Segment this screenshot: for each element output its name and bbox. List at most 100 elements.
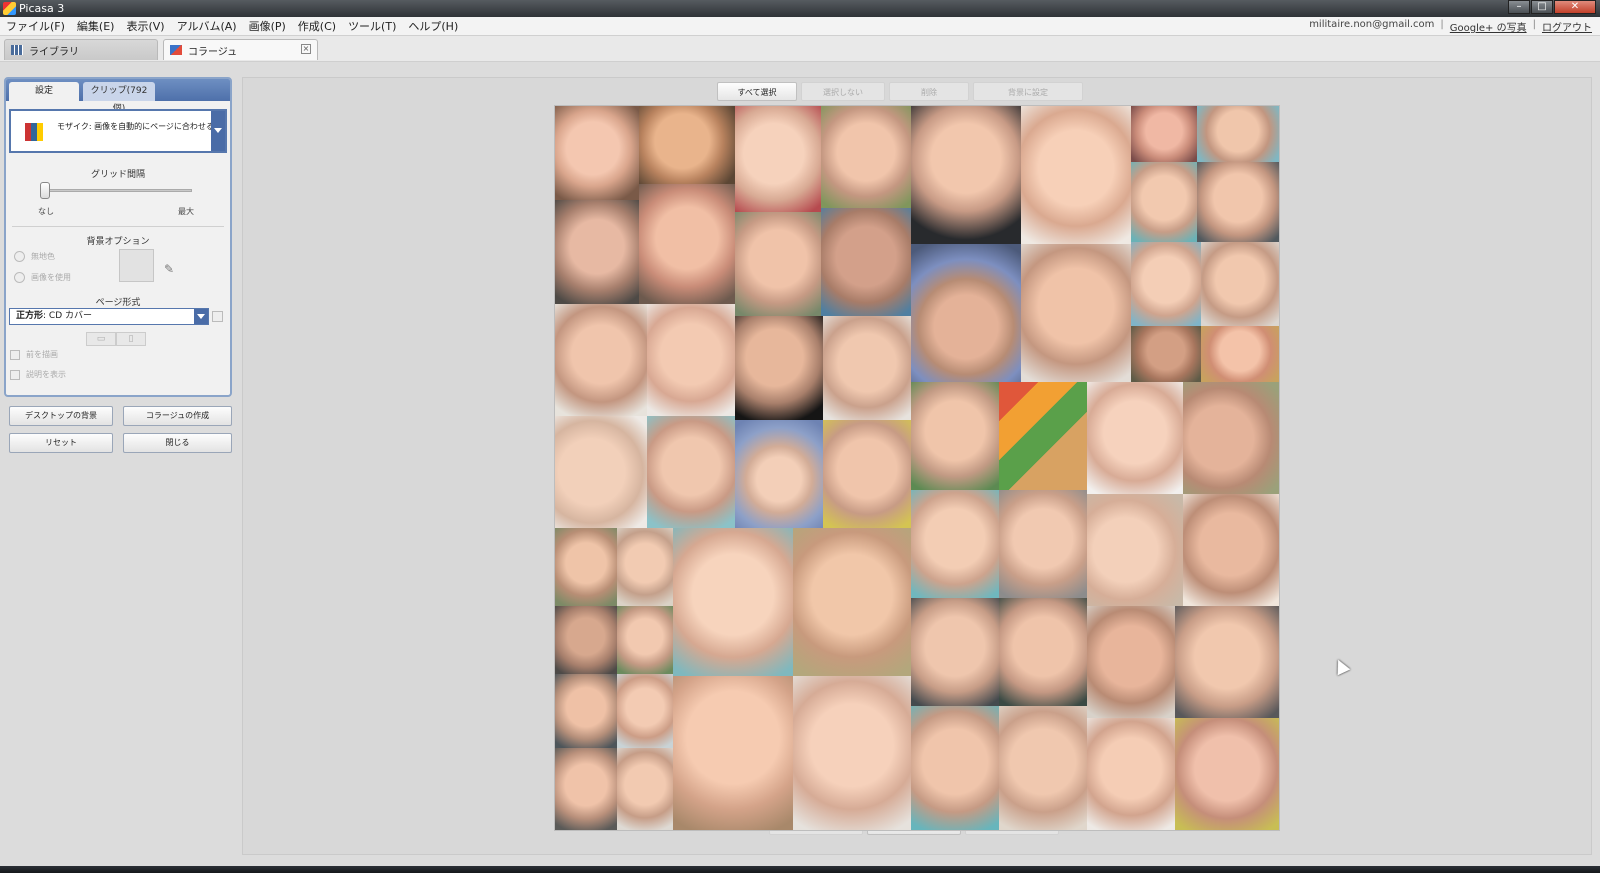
photo-tile[interactable] — [823, 316, 911, 420]
photo-tile[interactable] — [735, 106, 821, 212]
create-collage-button[interactable]: コラージュの作成 — [123, 406, 232, 426]
photo-tile[interactable] — [1183, 494, 1279, 606]
photo-tile[interactable] — [821, 208, 911, 316]
photo-tile[interactable] — [823, 420, 911, 528]
photo-tile[interactable] — [555, 528, 617, 606]
photo-tile[interactable] — [911, 490, 999, 598]
close-tab-icon[interactable]: × — [301, 44, 311, 54]
menu-create[interactable]: 作成(C) — [292, 18, 342, 34]
photo-tile[interactable] — [673, 676, 793, 830]
tab-collage[interactable]: コラージュ × — [163, 39, 318, 60]
photo-tile[interactable] — [555, 416, 647, 528]
draw-border-checkbox[interactable] — [10, 349, 20, 360]
photo-tile[interactable] — [1175, 718, 1279, 830]
reset-button[interactable]: リセット — [9, 433, 113, 453]
landscape-icon[interactable]: ▭ — [86, 332, 116, 346]
photo-tile[interactable] — [555, 674, 617, 748]
deselect-button[interactable]: 選択しない — [801, 82, 885, 101]
google-photos-link[interactable]: Google+ の写真 — [1450, 19, 1527, 34]
photo-tile[interactable] — [911, 106, 1021, 244]
grid-spacing-track[interactable] — [44, 189, 192, 192]
photo-tile[interactable] — [1131, 162, 1197, 242]
show-caption-checkbox[interactable] — [10, 369, 20, 380]
menu-help[interactable]: ヘルプ(H) — [402, 18, 464, 34]
photo-tile[interactable] — [911, 706, 999, 830]
tab-clips[interactable]: クリップ(792 個) — [83, 82, 155, 114]
photo-tile[interactable] — [1131, 106, 1197, 162]
menu-edit[interactable]: 編集(E) — [71, 18, 121, 34]
photo-tile[interactable] — [1131, 242, 1201, 326]
photo-tile[interactable] — [555, 606, 617, 674]
photo-tile[interactable] — [1087, 606, 1175, 718]
minimize-button[interactable]: – — [1508, 0, 1530, 14]
select-all-button[interactable]: すべて選択 — [717, 82, 797, 101]
menu-album[interactable]: アルバム(A) — [171, 18, 243, 34]
logout-link[interactable]: ログアウト — [1542, 19, 1592, 34]
photo-tile[interactable] — [555, 200, 639, 304]
draw-border-option[interactable]: 前を描画 — [10, 349, 58, 360]
photo-tile[interactable] — [999, 382, 1087, 490]
menu-file[interactable]: ファイル(F) — [0, 18, 71, 34]
photo-tile[interactable] — [1087, 494, 1183, 606]
tab-settings[interactable]: 設定 — [9, 82, 79, 101]
photo-tile[interactable] — [735, 316, 823, 420]
eyedropper-icon[interactable]: ✎ — [164, 262, 174, 276]
photo-tile[interactable] — [1197, 106, 1279, 162]
photo-tile[interactable] — [735, 212, 821, 316]
photo-tile[interactable] — [673, 528, 793, 676]
solid-color-option[interactable]: 無地色 — [14, 251, 55, 262]
photo-tile[interactable] — [911, 598, 999, 706]
photo-tile[interactable] — [617, 606, 673, 674]
background-color-swatch[interactable] — [119, 249, 154, 282]
collage-type-select[interactable]: モザイク: 画像を自動的にページに合わせる — [9, 109, 227, 153]
photo-tile[interactable] — [793, 528, 911, 676]
close-button[interactable]: 閉じる — [123, 433, 232, 453]
photo-tile[interactable] — [1197, 162, 1279, 242]
page-format-select[interactable]: 正方形: CD カバー — [9, 308, 209, 325]
menu-tools[interactable]: ツール(T) — [342, 18, 402, 34]
chevron-down-icon[interactable] — [194, 309, 208, 324]
photo-tile[interactable] — [1087, 718, 1175, 830]
photo-tile[interactable] — [735, 420, 823, 528]
solid-color-radio[interactable] — [14, 251, 25, 262]
photo-tile[interactable] — [793, 676, 911, 830]
photo-tile[interactable] — [1175, 606, 1279, 718]
photo-tile[interactable] — [1131, 326, 1201, 382]
photo-tile[interactable] — [1201, 242, 1279, 326]
photo-tile[interactable] — [999, 490, 1087, 598]
tab-library[interactable]: ライブラリ — [4, 39, 158, 60]
menu-view[interactable]: 表示(V) — [120, 18, 170, 34]
photo-tile[interactable] — [639, 106, 735, 184]
photo-tile[interactable] — [911, 382, 999, 490]
chevron-down-icon[interactable] — [211, 111, 225, 151]
use-image-option[interactable]: 画像を使用 — [14, 272, 71, 283]
photo-tile[interactable] — [999, 706, 1087, 830]
delete-button[interactable]: 削除 — [889, 82, 969, 101]
photo-tile[interactable] — [617, 748, 673, 830]
photo-tile[interactable] — [1021, 106, 1131, 244]
desktop-background-button[interactable]: デスクトップの背景 — [9, 406, 113, 426]
use-image-radio[interactable] — [14, 272, 25, 283]
close-window-button[interactable]: ✕ — [1554, 0, 1596, 14]
photo-tile[interactable] — [647, 304, 735, 416]
collage-canvas[interactable] — [555, 106, 1279, 830]
menu-picture[interactable]: 画像(P) — [243, 18, 292, 34]
photo-tile[interactable] — [821, 106, 911, 208]
photo-tile[interactable] — [1201, 326, 1279, 382]
set-as-background-button[interactable]: 背景に設定 — [973, 82, 1083, 101]
photo-tile[interactable] — [911, 244, 1021, 382]
photo-tile[interactable] — [647, 416, 735, 528]
photo-tile[interactable] — [999, 598, 1087, 706]
photo-tile[interactable] — [1183, 382, 1279, 494]
page-format-option-icon[interactable] — [212, 311, 223, 322]
portrait-icon[interactable]: ▯ — [116, 332, 146, 346]
photo-tile[interactable] — [617, 674, 673, 748]
photo-tile[interactable] — [639, 184, 735, 304]
maximize-button[interactable]: □ — [1531, 0, 1553, 14]
show-caption-option[interactable]: 説明を表示 — [10, 369, 66, 380]
grid-spacing-slider-thumb[interactable] — [40, 182, 50, 199]
photo-tile[interactable] — [555, 106, 639, 200]
photo-tile[interactable] — [1087, 382, 1183, 494]
photo-tile[interactable] — [617, 528, 673, 606]
photo-tile[interactable] — [555, 748, 617, 830]
